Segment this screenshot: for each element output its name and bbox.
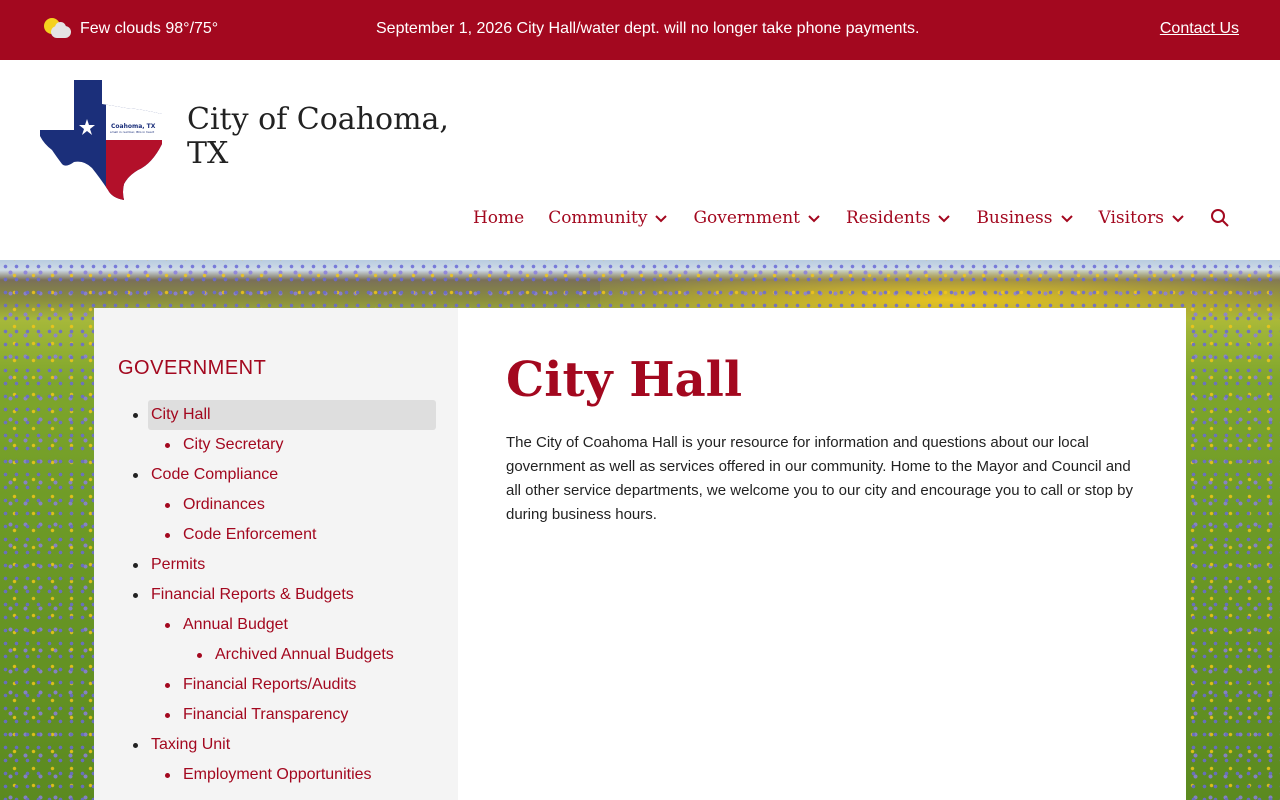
nav-community[interactable]: Community xyxy=(548,208,669,228)
nav-visitors[interactable]: Visitors xyxy=(1099,208,1187,228)
nav-business[interactable]: Business xyxy=(976,208,1074,228)
site-title[interactable]: City of Coahoma, TX xyxy=(187,103,467,171)
nav-home[interactable]: Home xyxy=(473,208,524,228)
sidebar-item-financial-reports-audits[interactable]: Financial Reports/Audits xyxy=(118,670,436,700)
sidebar-item-city-hall[interactable]: City Hall xyxy=(118,400,436,430)
nav-residents[interactable]: Residents xyxy=(846,208,952,228)
contact-us-link[interactable]: Contact Us xyxy=(1160,20,1239,38)
nav-government-label: Government xyxy=(693,208,800,228)
sidebar-nav-list: City Hall City Secretary Code Compliance… xyxy=(118,400,436,790)
chevron-down-icon xyxy=(1060,215,1073,223)
sidebar-item-permits[interactable]: Permits xyxy=(118,550,436,580)
sidebar-item-financial-reports-budgets[interactable]: Financial Reports & Budgets xyxy=(118,580,436,610)
sidebar-item-annual-budget[interactable]: Annual Budget xyxy=(118,610,436,640)
sidebar-item-ordinances[interactable]: Ordinances xyxy=(118,490,436,520)
nav-community-label: Community xyxy=(548,208,648,228)
nav-business-label: Business xyxy=(976,208,1053,228)
sidebar-item-archived-annual-budgets[interactable]: Archived Annual Budgets xyxy=(118,640,436,670)
main-nav: Home Community Government Residents Busi… xyxy=(473,208,1230,228)
main-content: City Hall The City of Coahoma Hall is yo… xyxy=(458,308,1186,800)
nav-visitors-label: Visitors xyxy=(1098,208,1165,228)
weather-text: Few clouds 98°/75° xyxy=(80,20,219,37)
chevron-down-icon xyxy=(808,215,820,223)
chevron-down-icon xyxy=(1172,215,1184,223)
chevron-down-icon xyxy=(938,215,951,223)
texas-flag-logo[interactable]: Coahoma, TX small in number, BIG in hear… xyxy=(40,80,164,200)
sidebar-item-employment-opportunities[interactable]: Employment Opportunities xyxy=(118,760,436,790)
sidebar-item-code-compliance[interactable]: Code Compliance xyxy=(118,460,436,490)
nav-government[interactable]: Government xyxy=(693,208,822,228)
site-header: Coahoma, TX small in number, BIG in hear… xyxy=(0,60,1280,260)
svg-text:Coahoma, TX: Coahoma, TX xyxy=(111,123,156,130)
weather-widget: Few clouds 98°/75° xyxy=(44,17,218,41)
nav-home-label: Home xyxy=(472,208,525,228)
sidebar-item-financial-transparency[interactable]: Financial Transparency xyxy=(118,700,436,730)
sidebar-item-taxing-unit[interactable]: Taxing Unit xyxy=(118,730,436,760)
partly-cloudy-icon xyxy=(44,17,72,41)
page-body-text: The City of Coahoma Hall is your resourc… xyxy=(506,434,1133,523)
sidebar-item-code-enforcement[interactable]: Code Enforcement xyxy=(118,520,436,550)
search-icon[interactable] xyxy=(1210,208,1230,228)
chevron-down-icon xyxy=(655,215,668,223)
top-announcement-bar: Few clouds 98°/75° September 1, 2026 Cit… xyxy=(0,0,1280,60)
nav-residents-label: Residents xyxy=(845,208,931,228)
sidebar-heading: GOVERNMENT xyxy=(118,357,267,379)
section-sidebar: GOVERNMENT City Hall City Secretary Code… xyxy=(94,308,458,800)
page-title: City Hall xyxy=(506,352,743,408)
svg-text:small in number, BIG in heart: small in number, BIG in heart xyxy=(110,130,155,134)
announcement-text: September 1, 2026 City Hall/water dept. … xyxy=(376,20,920,37)
sidebar-item-city-secretary[interactable]: City Secretary xyxy=(118,430,436,460)
